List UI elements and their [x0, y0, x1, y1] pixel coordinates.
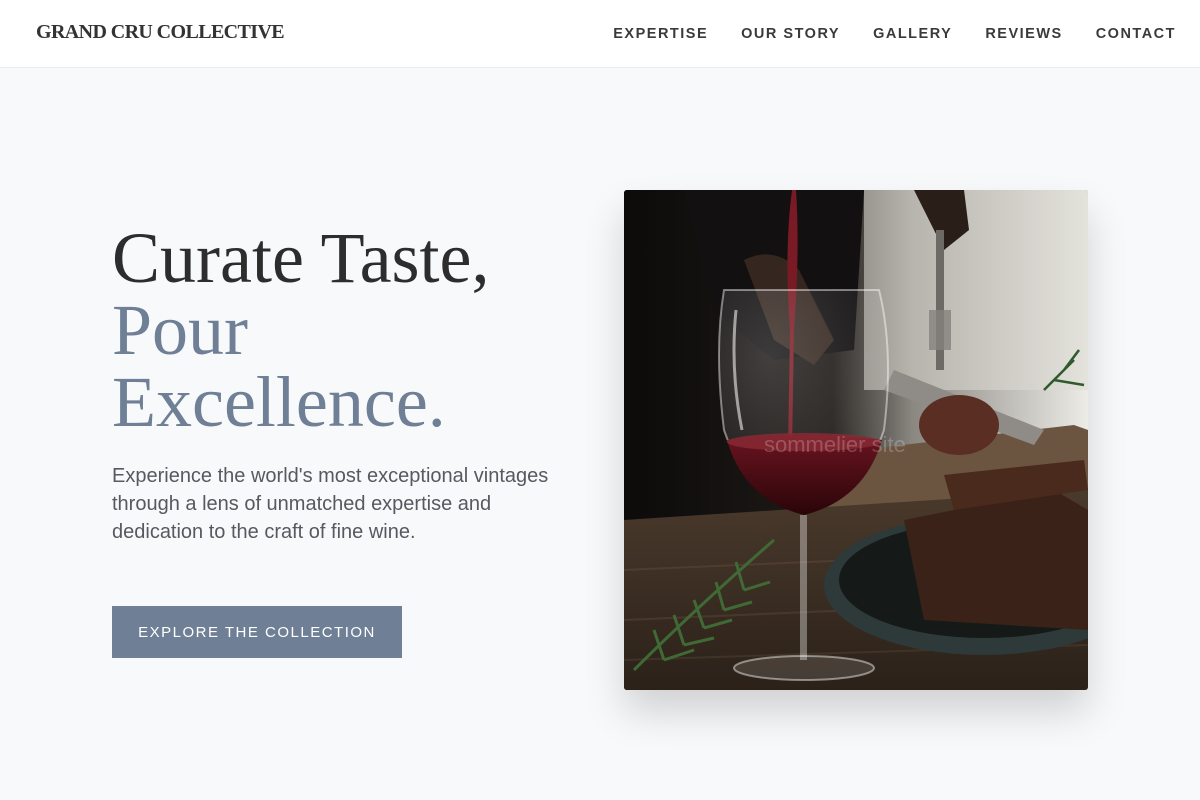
- nav-item-reviews[interactable]: REVIEWS: [985, 26, 1062, 42]
- nav-item-expertise[interactable]: EXPERTISE: [613, 26, 708, 42]
- hero-title: Curate Taste, Pour Excellence.: [112, 222, 592, 438]
- hero-title-line-1: Curate Taste,: [112, 218, 490, 298]
- hero-title-line-3: Excellence.: [112, 362, 446, 442]
- nav-item-our-story[interactable]: OUR STORY: [741, 26, 840, 42]
- nav-item-contact[interactable]: CONTACT: [1096, 26, 1176, 42]
- image-watermark: sommelier site: [764, 432, 906, 457]
- nav-item-gallery[interactable]: GALLERY: [873, 26, 952, 42]
- explore-collection-button[interactable]: EXPLORE THE COLLECTION: [112, 606, 402, 658]
- hero-title-line-2: Pour: [112, 290, 249, 370]
- site-header: GRAND CRU COLLECTIVE EXPERTISE OUR STORY…: [0, 0, 1200, 68]
- hero-image-wine-glass: sommelier site: [624, 190, 1088, 690]
- main-nav: EXPERTISE OUR STORY GALLERY REVIEWS CONT…: [613, 0, 1176, 68]
- brand-logo[interactable]: GRAND CRU COLLECTIVE: [36, 21, 285, 44]
- hero-subtitle: Experience the world's most exceptional …: [112, 465, 549, 543]
